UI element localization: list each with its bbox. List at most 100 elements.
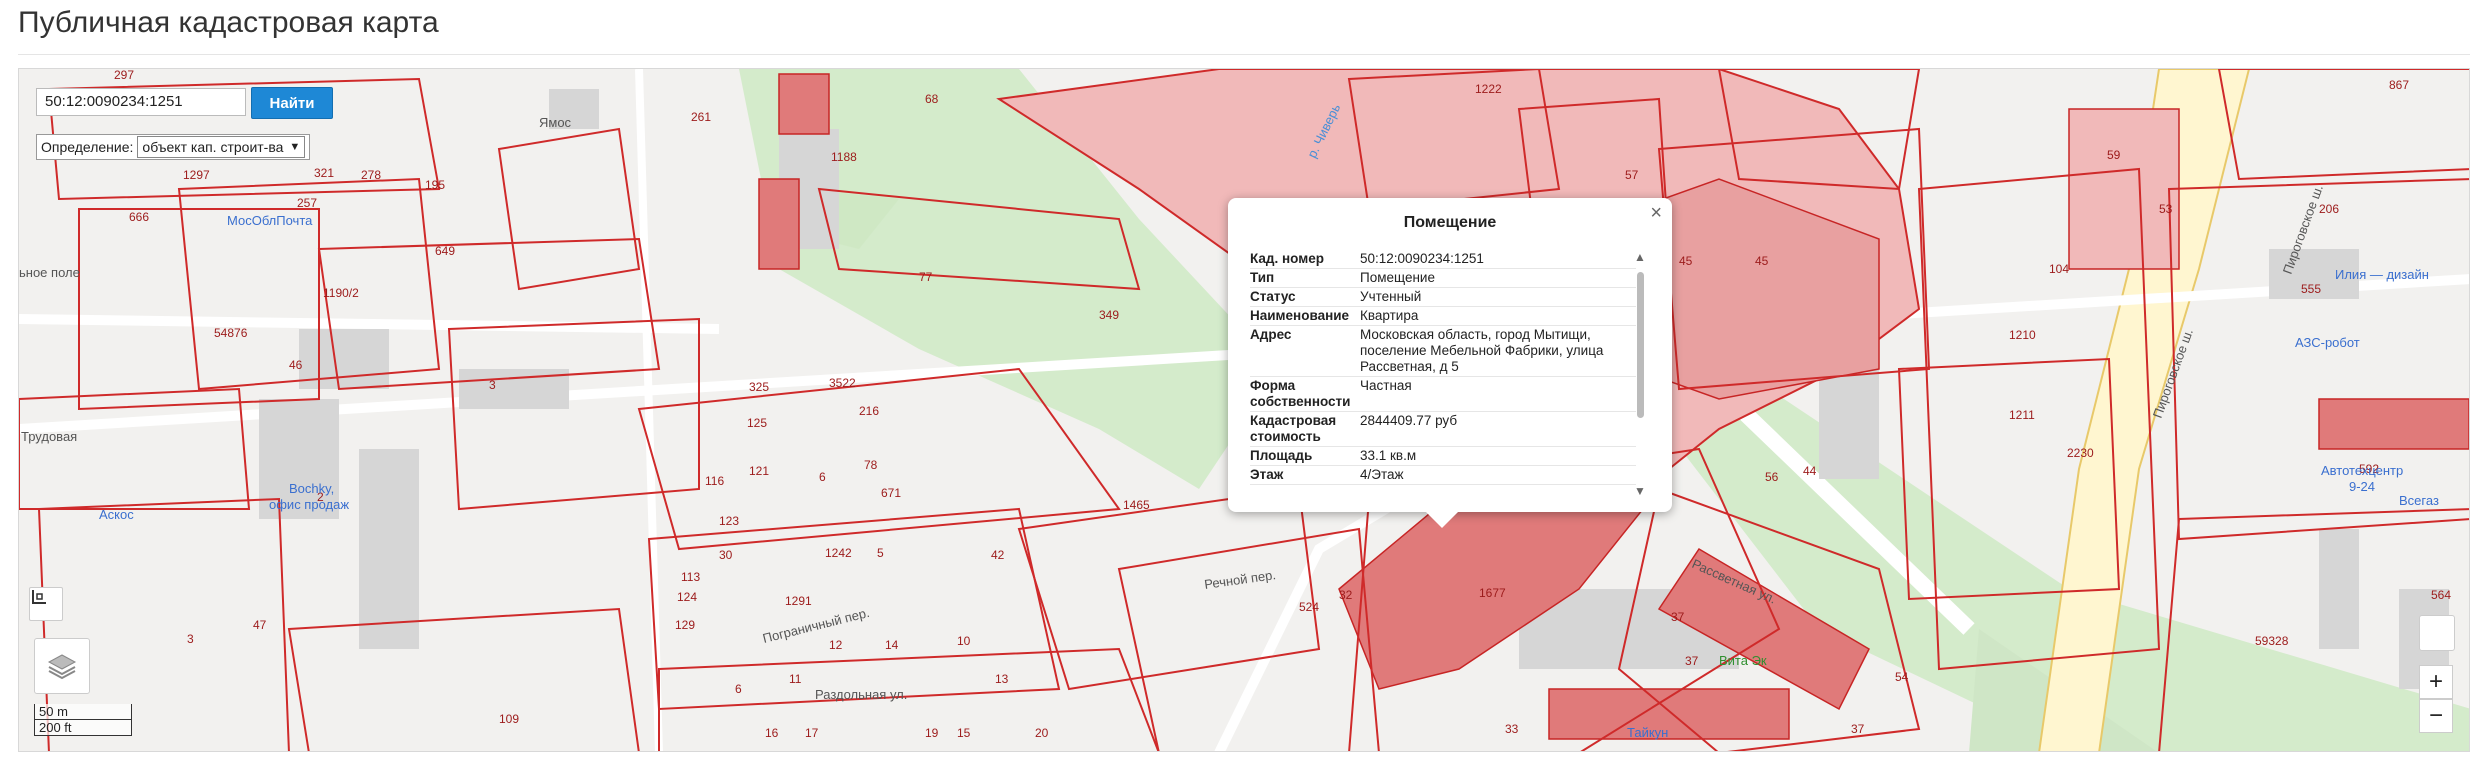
svg-text:555: 555 [2301,282,2321,296]
svg-text:Аскос: Аскос [99,507,134,522]
svg-text:1465: 1465 [1123,498,1150,512]
layers-button[interactable] [34,638,90,694]
search-button[interactable]: Найти [251,87,333,119]
definition-select[interactable]: объект кап. строит-ва ▼ [137,136,306,158]
svg-text:1222: 1222 [1475,82,1502,96]
svg-text:54: 54 [1895,670,1909,684]
svg-text:261: 261 [691,110,711,124]
svg-text:Илия — дизайн: Илия — дизайн [2335,267,2429,282]
svg-text:278: 278 [361,168,381,182]
popup-row: Адрес Московская область, город Мытищи, … [1250,326,1636,377]
definition-selected-value: объект кап. строит-ва [142,139,284,155]
svg-text:104: 104 [2049,262,2069,276]
svg-text:325: 325 [749,380,769,394]
attr-value: 33.1 кв.м [1360,448,1417,463]
zoom-out-button[interactable]: − [2419,699,2453,733]
svg-text:Bochky,: Bochky, [289,481,334,496]
svg-text:14: 14 [885,638,899,652]
svg-text:12: 12 [829,638,843,652]
svg-text:349: 349 [1099,308,1119,322]
map-scale: 50 m 200 ft [34,704,132,736]
attr-key: Статус [1250,289,1296,304]
popup-row: Площадь 33.1 кв.м [1250,447,1636,466]
svg-text:321: 321 [314,166,334,180]
svg-text:125: 125 [747,416,767,430]
attr-key: Этаж [1250,467,1284,482]
svg-text:Тайкун: Тайкун [1627,725,1668,740]
attr-value: Московская область, город Мытищи, поселе… [1360,327,1604,374]
popup-row: Кад. номер 50:12:0090234:1251 [1250,250,1636,269]
svg-text:195: 195 [425,178,445,192]
zoom-in-button[interactable]: + [2419,665,2453,699]
svg-text:1188: 1188 [831,150,857,164]
svg-text:671: 671 [881,486,901,500]
svg-text:13: 13 [995,672,1009,686]
svg-text:1211: 1211 [2009,408,2035,422]
popup-scrollbar[interactable]: ▲ ▼ [1633,250,1647,498]
svg-text:37: 37 [1685,654,1699,668]
svg-text:109: 109 [499,712,519,726]
svg-text:3: 3 [187,632,194,646]
attr-value: Помещение [1360,270,1435,285]
chevron-down-icon: ▼ [289,141,301,153]
svg-text:59328: 59328 [2255,634,2289,648]
svg-text:297: 297 [114,69,134,82]
svg-text:56: 56 [1765,470,1779,484]
attr-key: Тип [1250,270,1275,285]
svg-text:524: 524 [1299,600,1319,614]
attr-value: 4/Этаж [1360,467,1404,482]
scale-imperial: 200 ft [34,720,132,736]
svg-text:45: 45 [1679,254,1693,268]
attr-value: Учтенный [1360,289,1422,304]
svg-text:6: 6 [735,682,742,696]
svg-text:ьное поле: ьное поле [19,265,80,280]
svg-text:564: 564 [2431,588,2451,602]
svg-text:1677: 1677 [1479,586,1506,600]
svg-text:37: 37 [1851,722,1865,736]
popup-attributes: Кад. номер 50:12:0090234:1251 Тип Помеще… [1250,250,1636,490]
svg-text:19: 19 [925,726,939,740]
svg-text:78: 78 [864,458,878,472]
svg-text:257: 257 [297,196,317,210]
svg-text:206: 206 [2319,202,2339,216]
popup-row: Тип Помещение [1250,269,1636,288]
svg-text:1242: 1242 [825,546,852,560]
svg-text:Всегаз: Всегаз [2399,493,2439,508]
map-option-button[interactable] [2419,615,2455,651]
svg-text:Вита Эк: Вита Эк [1719,653,1767,668]
svg-text:57: 57 [1625,168,1639,182]
svg-text:1210: 1210 [2009,328,2036,342]
svg-text:11: 11 [789,672,802,686]
attr-key: Площадь [1250,448,1313,463]
svg-text:1291: 1291 [785,594,812,608]
svg-text:МосОблПочта: МосОблПочта [227,213,313,228]
svg-text:20: 20 [1035,726,1049,740]
svg-text:666: 666 [129,210,149,224]
svg-text:офис продаж: офис продаж [269,497,349,512]
svg-text:45: 45 [1755,254,1769,268]
svg-text:Трудовая: Трудовая [21,429,77,444]
popup-row: Кадастровая стоимость 2844409.77 руб [1250,412,1636,447]
scroll-down-icon[interactable]: ▼ [1634,484,1646,498]
svg-text:1297: 1297 [183,168,210,182]
object-info-popup: × Помещение Кад. номер 50:12:0090234:125… [1228,198,1672,528]
scroll-thumb[interactable] [1637,272,1644,418]
svg-text:867: 867 [2389,78,2409,92]
measure-tool-button[interactable] [29,587,63,621]
scroll-up-icon[interactable]: ▲ [1634,250,1646,264]
svg-text:30: 30 [719,548,733,562]
popup-title: Помещение [1403,214,1497,231]
svg-text:Раздольная ул.: Раздольная ул. [815,687,907,702]
svg-text:649: 649 [435,244,455,258]
svg-text:10: 10 [957,634,971,648]
svg-text:216: 216 [859,404,879,418]
popup-row: Статус Учтенный [1250,288,1636,307]
svg-text:46: 46 [289,358,303,372]
svg-text:АЗС-робот: АЗС-робот [2295,335,2360,350]
svg-text:17: 17 [805,726,819,740]
layers-icon [47,654,77,680]
cadastral-search-input[interactable]: 50:12:0090234:1251 [36,88,246,116]
svg-text:37: 37 [1671,610,1685,624]
attr-value: 2844409.77 руб [1360,413,1458,428]
popup-row: Этаж 4/Этаж [1250,466,1636,485]
